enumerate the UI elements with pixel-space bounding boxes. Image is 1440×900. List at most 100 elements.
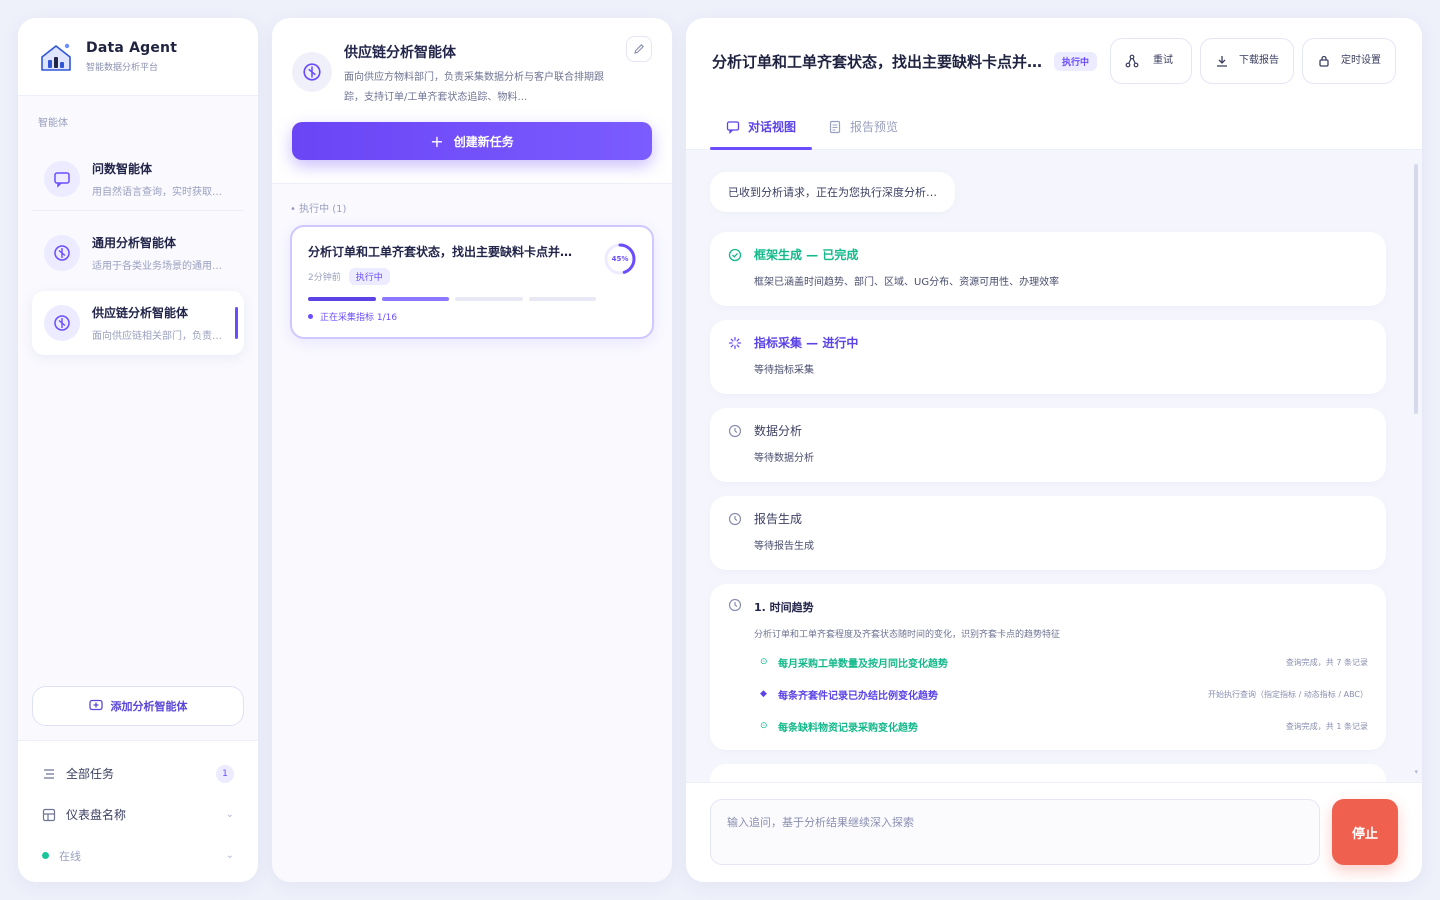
step-card-framework: 框架生成 — 已完成 框架已涵盖时间趋势、部门、区域、UG分布、资源可用性、办理… bbox=[710, 232, 1386, 306]
download-icon bbox=[1217, 56, 1227, 67]
running-dot-icon: ◆ bbox=[760, 689, 767, 699]
agent-name: 供应链分析智能体 bbox=[92, 306, 189, 320]
agent-title: 供应链分析智能体 bbox=[344, 45, 456, 61]
task-title: 分析订单和工单齐套状态，找出主要缺料卡点并给出建议 bbox=[308, 245, 583, 259]
chat-icon bbox=[44, 160, 80, 197]
conversation-area[interactable]: 已收到分析请求，正在为您执行深度分析… 框架生成 — 已完成 框架已涵盖时间趋势… bbox=[686, 150, 1422, 782]
retry-label: 重试 bbox=[1153, 55, 1173, 66]
clock-icon bbox=[728, 512, 742, 526]
running-group-label: • 执行中 (1) bbox=[290, 204, 347, 215]
task-count-badge: 1 bbox=[216, 764, 234, 783]
add-agent-label: 添加分析智能体 bbox=[110, 700, 188, 713]
step-title: 报告生成 bbox=[754, 512, 803, 526]
task-panel: 供应链分析智能体 面向供应方物料部门，负责采集数据分析与客户联合排期跟踪，支持订… bbox=[272, 18, 672, 882]
detail-status-badge: 执行中 bbox=[1054, 51, 1098, 71]
brand-header: Data Agent 智能数据分析平台 bbox=[18, 18, 258, 96]
spinner-icon bbox=[728, 336, 742, 350]
step-subtitle: 等待数据分析 bbox=[754, 453, 814, 464]
schedule-settings-button[interactable]: 定时设置 bbox=[1302, 38, 1396, 84]
detail-tabs: 对话视图 报告预览 bbox=[686, 104, 1422, 150]
schedule-settings-label: 定时设置 bbox=[1341, 55, 1381, 66]
tab-report-preview-label: 报告预览 bbox=[850, 120, 899, 134]
tab-report-preview[interactable]: 报告预览 bbox=[812, 104, 914, 149]
status-dropdown[interactable]: 在线 ⌄ bbox=[18, 835, 258, 876]
analysis-plan-card: 1. 时间趋势 分析订单和工单齐套程度及齐套状态随时间的变化，识别齐套卡点的趋势… bbox=[710, 584, 1386, 750]
chevron-down-icon: ⌄ bbox=[225, 850, 234, 861]
task-progress-bar bbox=[308, 297, 596, 301]
plan-title: 1. 时间趋势 bbox=[754, 600, 814, 614]
brand-subtitle: 智能数据分析平台 bbox=[86, 63, 159, 73]
list-icon bbox=[44, 768, 54, 779]
check-circle-icon bbox=[728, 248, 742, 262]
sidebar-item-general-agent[interactable]: 通用分析智能体 适用于各类业务场景的通用分析 bbox=[32, 221, 244, 285]
download-report-label: 下载报告 bbox=[1239, 55, 1279, 66]
edit-agent-button[interactable] bbox=[626, 36, 652, 62]
plan-description: 分析订单和工单齐套程度及齐套状态随时间的变化，识别齐套卡点的趋势特征 bbox=[754, 630, 1061, 640]
plan-item-title: 每条齐套件记录已办结比例变化趋势 bbox=[778, 690, 938, 702]
brand-title: Data Agent bbox=[86, 40, 178, 56]
add-agent-button[interactable]: 添加分析智能体 bbox=[32, 686, 244, 726]
step-card-metrics: 指标采集 — 进行中 等待指标采集 bbox=[710, 320, 1386, 394]
compass-icon bbox=[44, 235, 80, 271]
plan-item-meta: 查询完成，共 7 条记录 bbox=[1285, 657, 1368, 667]
detail-title: 分析订单和工单齐套状态，找出主要缺料卡点并… bbox=[712, 52, 1043, 71]
dashboard-label: 仪表盘名称 bbox=[66, 808, 127, 822]
followup-input[interactable]: 输入追问，基于分析结果继续深入探索 bbox=[710, 799, 1320, 865]
create-task-button[interactable]: + 创建新任务 bbox=[292, 122, 652, 160]
share-icon bbox=[1125, 54, 1139, 68]
all-tasks-link[interactable]: 全部任务 1 bbox=[18, 753, 258, 794]
agent-desc: 用自然语言查询，实时获取数据 bbox=[92, 186, 222, 198]
step-subtitle: 框架已涵盖时间趋势、部门、区域、UG分布、资源可用性、办理效率 bbox=[754, 277, 1060, 288]
plan-item[interactable]: ◆ 每条齐套件记录已办结比例变化趋势 开始执行查询（指定指标 / 动态指标 / … bbox=[760, 684, 1368, 704]
agent-description: 面向供应方物料部门，负责采集数据分析与客户联合排期跟踪，支持订单/工单齐套状态追… bbox=[344, 72, 604, 103]
dashboard-dropdown[interactable]: 仪表盘名称 ⌄ bbox=[18, 794, 258, 835]
sidebar-item-supply-chain-agent[interactable]: 供应链分析智能体 面向供应链相关部门，负责分析 bbox=[32, 291, 244, 355]
agent-desc: 适用于各类业务场景的通用分析 bbox=[92, 261, 222, 272]
scroll-down-icon[interactable]: ▾ bbox=[1414, 768, 1418, 776]
chat-icon bbox=[726, 120, 740, 134]
tab-conversation[interactable]: 对话视图 bbox=[710, 104, 813, 150]
step-subtitle: 等待指标采集 bbox=[754, 365, 814, 376]
step-title: 框架生成 — 已完成 bbox=[754, 248, 859, 262]
step-title: 数据分析 bbox=[754, 424, 803, 438]
agent-desc: 面向供应链相关部门，负责分析 bbox=[92, 331, 222, 342]
task-detail-panel: 分析订单和工单齐套状态，找出主要缺料卡点并… 执行中 重试 下载报告 定时设置 … bbox=[686, 18, 1422, 882]
composer: 输入追问，基于分析结果继续深入探索 停止 bbox=[686, 782, 1422, 882]
step-subtitle: 等待报告生成 bbox=[754, 541, 814, 552]
online-status-dot bbox=[42, 852, 49, 859]
retry-button[interactable]: 重试 bbox=[1110, 38, 1192, 84]
agent-name: 问数智能体 bbox=[92, 161, 153, 176]
progress-percent: 45% bbox=[611, 255, 629, 263]
stop-button[interactable]: 停止 bbox=[1332, 799, 1398, 865]
plan-item[interactable]: ⊙ 每月采购工单数量及按月同比变化趋势 查询完成，共 7 条记录 bbox=[760, 652, 1368, 672]
document-icon bbox=[829, 120, 841, 133]
step-card-analysis: 数据分析 等待数据分析 bbox=[710, 408, 1386, 482]
task-card[interactable]: 分析订单和工单齐套状态，找出主要缺料卡点并给出建议 2分钟前 执行中 正在采集指… bbox=[290, 225, 654, 339]
task-step-text: 正在采集指标 1/16 bbox=[320, 313, 398, 323]
sidebar-item-query-agent[interactable]: 问数智能体 用自然语言查询，实时获取数据 bbox=[32, 147, 244, 211]
check-circle-icon: ⊙ bbox=[760, 721, 768, 731]
conversation-scrollbar[interactable] bbox=[1414, 164, 1418, 414]
tab-conversation-label: 对话视图 bbox=[748, 120, 797, 134]
pencil-icon bbox=[634, 44, 644, 54]
chevron-down-icon: ⌄ bbox=[225, 809, 234, 820]
all-tasks-label: 全部任务 bbox=[66, 767, 115, 781]
plan-item-meta: 开始执行查询（指定指标 / 动态指标 / ABC） bbox=[1208, 689, 1368, 699]
plan-item-title: 每条缺料物资记录采购变化趋势 bbox=[778, 722, 918, 734]
compass-icon bbox=[292, 52, 332, 92]
step-card-report: 报告生成 等待报告生成 bbox=[710, 496, 1386, 570]
status-label: 在线 bbox=[59, 849, 81, 863]
agent-info-header: 供应链分析智能体 面向供应方物料部门，负责采集数据分析与客户联合排期跟踪，支持订… bbox=[272, 18, 672, 184]
sidebar: Data Agent 智能数据分析平台 智能体 问数智能体 用自然语言查询，实时… bbox=[18, 18, 258, 882]
task-current-step: 正在采集指标 1/16 bbox=[308, 310, 636, 323]
plan-item[interactable]: ⊙ 每条缺料物资记录采购变化趋势 查询完成，共 1 条记录 bbox=[760, 716, 1368, 736]
download-report-button[interactable]: 下载报告 bbox=[1200, 38, 1294, 84]
add-chat-icon bbox=[88, 699, 103, 711]
plus-icon: + bbox=[430, 131, 444, 151]
step-title: 指标采集 — 进行中 bbox=[754, 336, 859, 350]
task-time: 2分钟前 bbox=[308, 273, 341, 283]
check-circle-icon: ⊙ bbox=[760, 657, 768, 667]
house-chart-logo bbox=[41, 43, 71, 71]
clock-icon bbox=[728, 424, 742, 438]
detail-header: 分析订单和工单齐套状态，找出主要缺料卡点并… 执行中 重试 下载报告 定时设置 bbox=[686, 18, 1422, 104]
